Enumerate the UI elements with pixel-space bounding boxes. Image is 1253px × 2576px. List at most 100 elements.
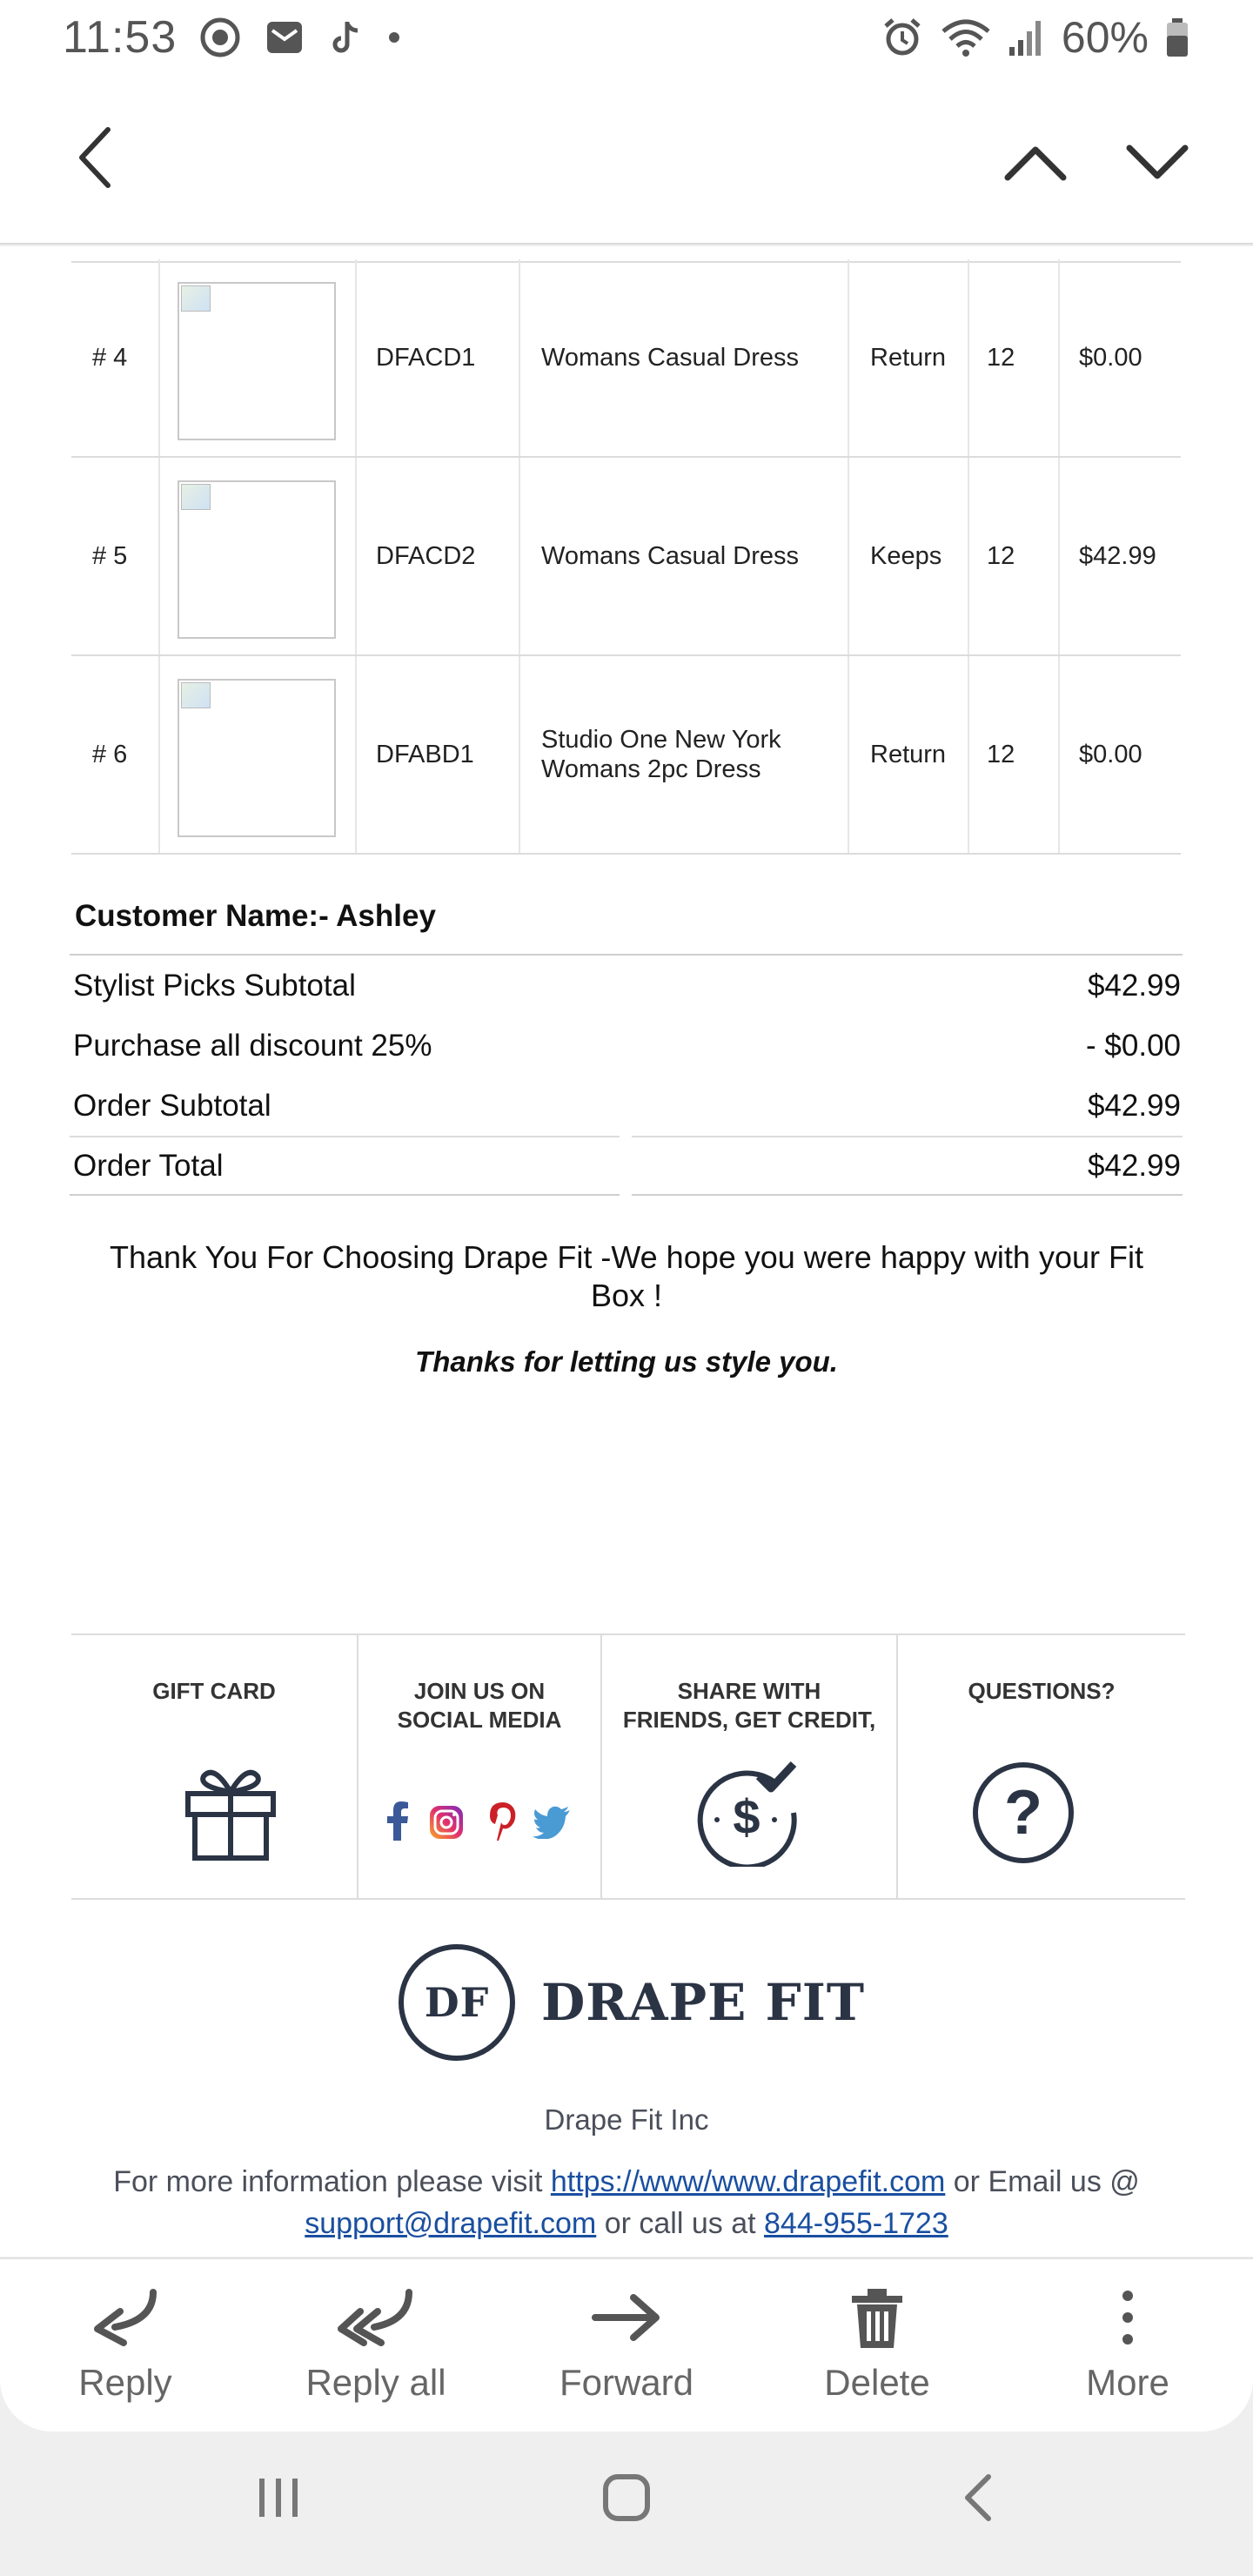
alarm-icon bbox=[884, 18, 921, 56]
battery-icon bbox=[1167, 18, 1188, 57]
table-row: # 6 DFABD1 Studio One New York Womans 2p… bbox=[71, 656, 1181, 855]
item-number: # 5 bbox=[92, 541, 128, 570]
item-name-line1: Studio One New York bbox=[541, 726, 781, 754]
item-name-line1: Womans Casual Dress bbox=[541, 344, 800, 372]
email-link[interactable]: support@drapefit.com bbox=[305, 2207, 596, 2240]
summary-value: $42.99 bbox=[1087, 968, 1181, 1003]
email-action-bar: Reply Reply all Forward Delete More bbox=[0, 2257, 1253, 2432]
signal-icon bbox=[1008, 21, 1041, 56]
share-title-line2: FRIENDS, GET CREDIT, bbox=[622, 1707, 876, 1733]
share-credit-link[interactable]: SHARE WITH FRIENDS, GET CREDIT, $ bbox=[602, 1635, 896, 1898]
summary-row-order-subtotal: Order Subtotal $42.99 bbox=[70, 1076, 1183, 1136]
item-price: $0.00 bbox=[1079, 343, 1142, 372]
item-name-line1: Womans Casual Dress bbox=[541, 542, 800, 570]
item-size: 12 bbox=[987, 541, 1015, 570]
table-row: # 4 DFACD1 Womans Casual Dress Return 12… bbox=[71, 259, 1181, 458]
contact-info: For more information please visit https:… bbox=[70, 2161, 1183, 2244]
item-name: Studio One New York Womans 2pc Dress bbox=[541, 656, 781, 853]
back-arrow-icon[interactable] bbox=[70, 123, 122, 192]
status-bar: 11:53 60% bbox=[0, 0, 1253, 75]
forward-label: Forward bbox=[559, 2362, 694, 2403]
broken-image-icon bbox=[181, 682, 211, 708]
email-body: # 4 DFACD1 Womans Casual Dress Return 12… bbox=[0, 246, 1253, 2257]
contact-prefix-text: For more information please visit bbox=[113, 2165, 551, 2198]
forward-arrow-icon bbox=[592, 2294, 660, 2341]
thank-you-message: Thank You For Choosing Drape Fit -We hop… bbox=[110, 1239, 1143, 1313]
item-price: $42.99 bbox=[1079, 541, 1156, 570]
system-back-icon[interactable] bbox=[954, 2472, 1006, 2524]
contact-mid-text: or Email us @ bbox=[945, 2165, 1140, 2198]
summary-row-stylist-subtotal: Stylist Picks Subtotal $42.99 bbox=[70, 956, 1183, 1016]
gift-box-icon bbox=[185, 1769, 276, 1861]
broken-image-icon bbox=[181, 484, 211, 510]
item-size: 12 bbox=[987, 740, 1015, 768]
item-code: DFACD1 bbox=[376, 343, 476, 372]
item-number: # 4 bbox=[92, 343, 128, 372]
customer-name: Customer Name:- Ashley bbox=[75, 899, 436, 933]
item-number: # 6 bbox=[92, 740, 128, 768]
drape-fit-logo[interactable]: DF DRAPE FIT bbox=[399, 1943, 868, 2062]
gift-card-link[interactable]: GIFT CARD bbox=[71, 1635, 357, 1898]
system-nav-bar bbox=[0, 2432, 1253, 2576]
footer-links-grid: GIFT CARD JOIN US ON SOCIAL MEDIA SHARE … bbox=[71, 1633, 1185, 1900]
summary-label: Purchase all discount 25% bbox=[73, 1028, 432, 1063]
battery-percentage: 60% bbox=[1061, 13, 1149, 62]
item-name-line2: Womans 2pc Dress bbox=[541, 755, 761, 783]
summary-label: Order Total bbox=[73, 1148, 224, 1183]
website-link[interactable]: https://www/www.drapefit.com bbox=[551, 2165, 945, 2198]
more-notifications-dot-icon bbox=[389, 32, 400, 43]
tiktok-icon bbox=[332, 22, 358, 53]
social-media-section: JOIN US ON SOCIAL MEDIA bbox=[358, 1635, 600, 1898]
reply-all-label: Reply all bbox=[305, 2362, 446, 2403]
summary-label: Order Subtotal bbox=[73, 1088, 271, 1123]
questions-link[interactable]: QUESTIONS? ? bbox=[898, 1635, 1185, 1898]
record-icon bbox=[200, 17, 240, 57]
facebook-icon[interactable] bbox=[385, 1801, 411, 1841]
item-code: DFABD1 bbox=[376, 740, 474, 768]
item-code: DFACD2 bbox=[376, 541, 476, 570]
social-title: JOIN US ON SOCIAL MEDIA bbox=[358, 1677, 600, 1734]
recent-apps-icon[interactable] bbox=[252, 2472, 305, 2524]
delete-label: Delete bbox=[824, 2362, 930, 2403]
item-status: Return bbox=[870, 343, 947, 372]
more-vertical-icon bbox=[1122, 2291, 1133, 2345]
reply-all-icon bbox=[338, 2289, 412, 2346]
email-app-bar bbox=[0, 75, 1253, 245]
home-icon[interactable] bbox=[600, 2472, 653, 2524]
next-email-chevron-down-icon[interactable] bbox=[1122, 136, 1192, 188]
twitter-icon[interactable] bbox=[533, 1806, 571, 1839]
share-title: SHARE WITH FRIENDS, GET CREDIT, bbox=[602, 1677, 896, 1734]
more-button[interactable]: More bbox=[1002, 2259, 1253, 2432]
item-image-placeholder bbox=[178, 282, 336, 440]
social-title-line2: SOCIAL MEDIA bbox=[397, 1707, 562, 1733]
style-tagline: Thanks for letting us style you. bbox=[415, 1345, 838, 1378]
item-image-placeholder bbox=[178, 480, 336, 639]
summary-value: - $0.00 bbox=[1086, 1028, 1181, 1063]
instagram-icon[interactable] bbox=[428, 1804, 465, 1841]
summary-row-order-total: Order Total $42.99 bbox=[70, 1136, 1183, 1197]
logo-circle: DF bbox=[399, 1944, 515, 2061]
social-title-line1: JOIN US ON bbox=[413, 1678, 546, 1704]
summary-row-discount: Purchase all discount 25% - $0.00 bbox=[70, 1016, 1183, 1076]
reply-label: Reply bbox=[78, 2362, 172, 2403]
pinterest-icon[interactable] bbox=[487, 1801, 519, 1842]
reply-all-button[interactable]: Reply all bbox=[251, 2259, 501, 2432]
phone-link[interactable]: 844-955-1723 bbox=[764, 2207, 948, 2240]
summary-label: Stylist Picks Subtotal bbox=[73, 968, 356, 1003]
logo-wordmark: DRAPE FIT bbox=[541, 1973, 865, 2032]
table-row: # 5 DFACD2 Womans Casual Dress Keeps 12 … bbox=[71, 458, 1181, 656]
company-name: Drape Fit Inc bbox=[544, 2103, 709, 2136]
email-notification-icon bbox=[267, 22, 303, 53]
item-name: Womans Casual Dress bbox=[541, 259, 799, 456]
reply-button[interactable]: Reply bbox=[0, 2259, 251, 2432]
reply-icon bbox=[94, 2289, 157, 2346]
item-status: Return bbox=[870, 740, 947, 768]
svg-text:$: $ bbox=[733, 1789, 760, 1844]
delete-button[interactable]: Delete bbox=[752, 2259, 1002, 2432]
trash-icon bbox=[852, 2289, 902, 2348]
order-summary: Stylist Picks Subtotal $42.99 Purchase a… bbox=[70, 954, 1183, 1197]
wifi-icon bbox=[941, 19, 990, 57]
forward-button[interactable]: Forward bbox=[501, 2259, 752, 2432]
previous-email-chevron-up-icon[interactable] bbox=[1001, 136, 1070, 188]
questions-title: QUESTIONS? bbox=[968, 1678, 1116, 1704]
